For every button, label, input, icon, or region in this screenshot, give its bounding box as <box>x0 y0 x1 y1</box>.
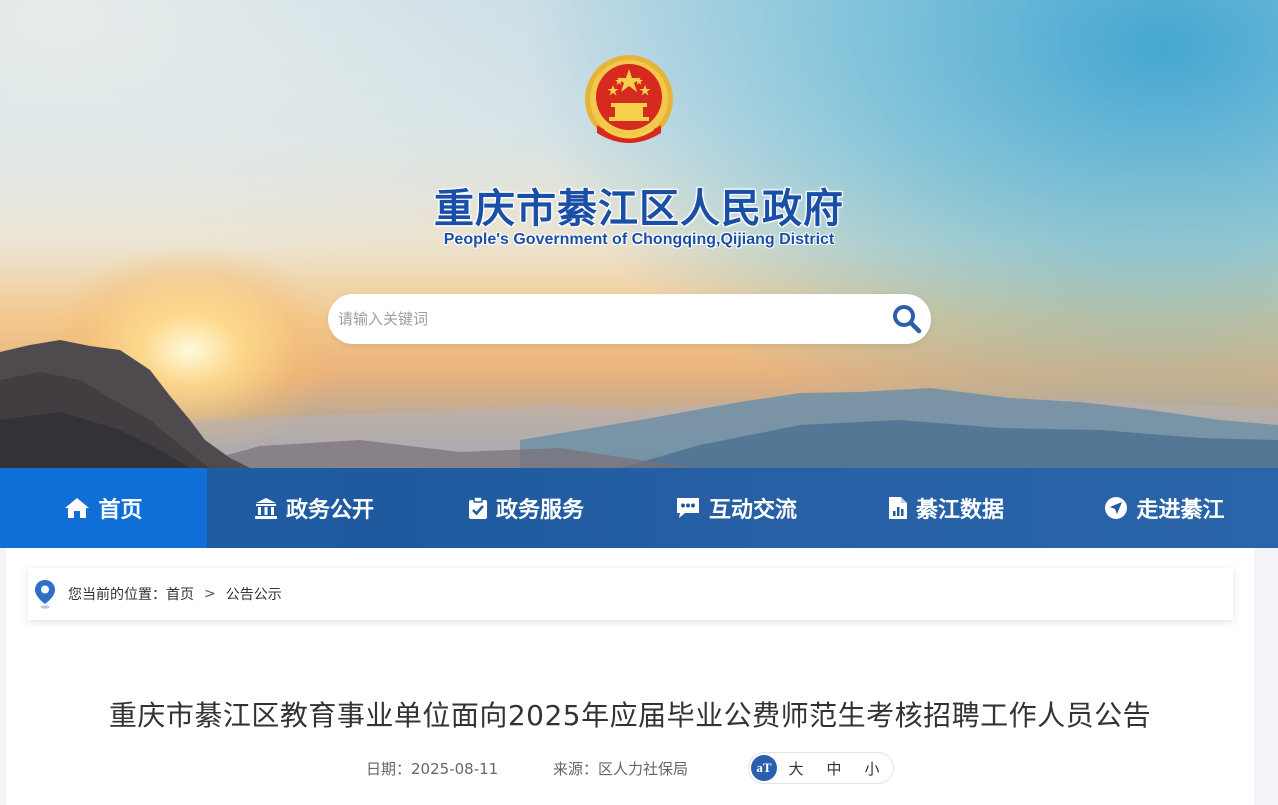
home-icon <box>65 498 90 518</box>
national-emblem-icon <box>585 55 673 143</box>
nav-item-label: 首页 <box>98 498 143 523</box>
main-navigation: 首页 政务公开 政务服务 互动交流 綦江数据 走进綦江 <box>0 468 1278 548</box>
nav-item-qijiang-data[interactable]: 綦江数据 <box>841 468 1051 548</box>
breadcrumb-home-link[interactable]: 首页 <box>166 584 194 604</box>
source-label: 来源： <box>553 760 599 778</box>
article-date: 日期：2025-08-11 <box>366 758 498 779</box>
search-icon[interactable] <box>891 303 923 335</box>
font-size-large-button[interactable]: 大 <box>777 758 815 779</box>
chat-icon <box>676 498 699 518</box>
nav-item-about-qijiang[interactable]: 走进綦江 <box>1051 468 1278 548</box>
site-subtitle: People's Government of Chongqing,Qijiang… <box>443 231 835 248</box>
breadcrumb-current[interactable]: 公告公示 <box>226 584 282 604</box>
government-building-icon <box>254 498 277 519</box>
breadcrumb: 您当前的位置： 首页 > 公告公示 <box>28 568 1233 620</box>
nav-item-label: 政务公开 <box>285 498 374 523</box>
breadcrumb-separator: > <box>204 586 216 602</box>
breadcrumb-prefix: 您当前的位置： <box>68 587 166 603</box>
clipboard-icon <box>468 496 487 519</box>
header-banner: 重庆市綦江区人民政府 People's Government of Chongq… <box>0 0 1278 468</box>
site-title: 重庆市綦江区人民政府 <box>434 186 844 232</box>
font-size-icon: aT <box>751 755 777 781</box>
date-label: 日期： <box>366 760 412 778</box>
nav-item-interaction[interactable]: 互动交流 <box>631 468 841 548</box>
nav-item-label: 綦江数据 <box>915 498 1004 523</box>
navigation-arrow-icon <box>1105 497 1128 519</box>
nav-item-home[interactable]: 首页 <box>0 468 207 548</box>
article-meta: 日期：2025-08-11 来源：区人力社保局 aT 大 中 小 <box>0 752 1278 784</box>
nav-item-label: 互动交流 <box>708 498 797 523</box>
nav-item-label: 走进綦江 <box>1136 498 1225 523</box>
font-size-small-button[interactable]: 小 <box>853 758 891 779</box>
date-value: 2025-08-11 <box>411 760 499 778</box>
font-size-medium-button[interactable]: 中 <box>815 758 853 779</box>
article-source: 来源：区人力社保局 <box>553 758 688 779</box>
location-pin-icon <box>35 580 55 609</box>
nav-item-government-services[interactable]: 政务服务 <box>421 468 631 548</box>
nav-item-government-affairs[interactable]: 政务公开 <box>207 468 421 548</box>
search-box <box>328 294 931 344</box>
source-value: 区人力社保局 <box>598 760 689 778</box>
search-input[interactable] <box>338 294 878 344</box>
nav-item-label: 政务服务 <box>495 498 584 523</box>
data-document-icon <box>888 497 907 519</box>
font-size-switcher: aT 大 中 小 <box>748 752 894 784</box>
article-title: 重庆市綦江区教育事业单位面向2025年应届毕业公费师范生考核招聘工作人员公告 <box>108 699 1152 732</box>
